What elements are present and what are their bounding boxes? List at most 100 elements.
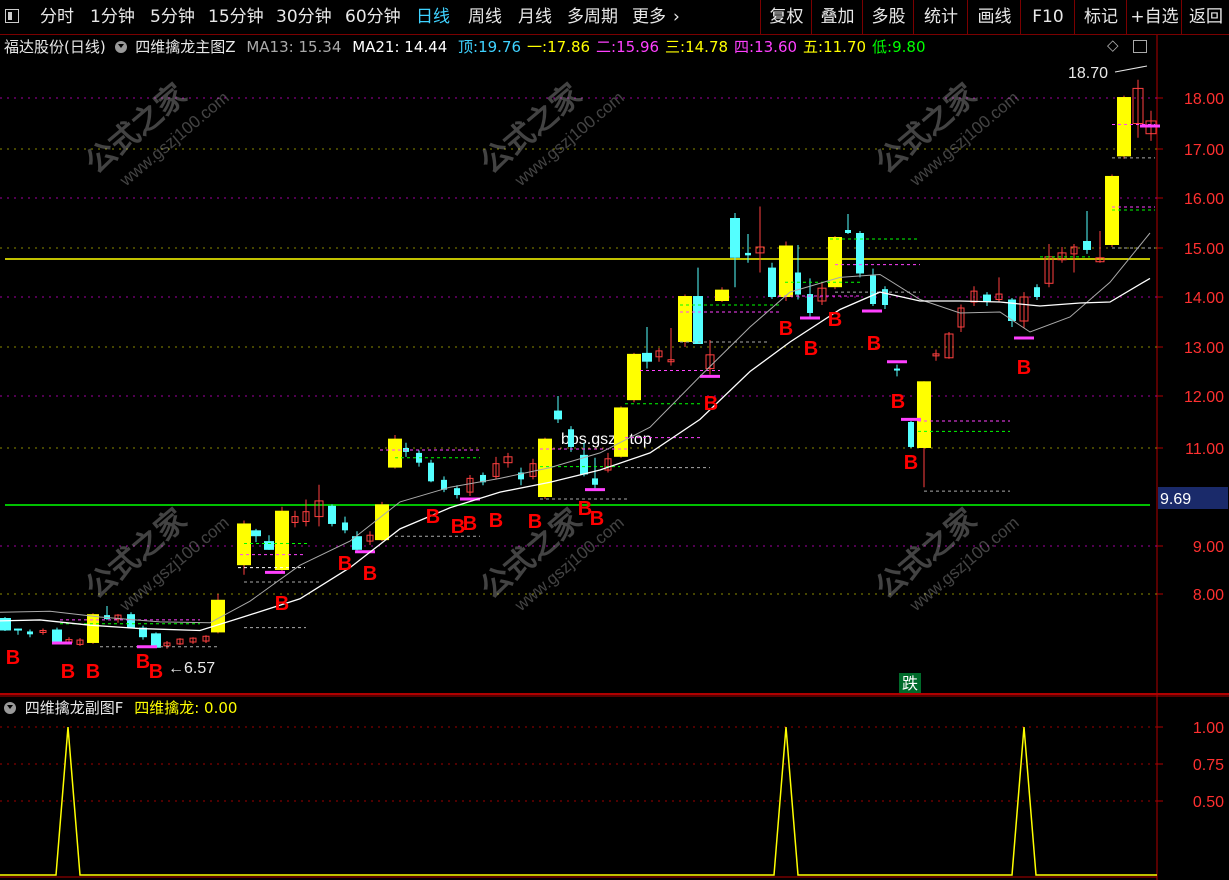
sub-indicator-name[interactable]: 四维擒龙副图F <box>25 699 124 717</box>
chevron-right-icon[interactable]: › <box>673 0 680 34</box>
buy-signal: B <box>363 563 377 585</box>
window-icon[interactable] <box>5 9 19 23</box>
buy-signal: B <box>86 661 100 683</box>
tab-fenshi[interactable]: 分时 <box>40 0 74 34</box>
high-price-label: 18.70 <box>1068 65 1108 82</box>
candle-up <box>1070 246 1078 255</box>
high-arrow <box>1114 65 1148 73</box>
candle-up <box>163 642 171 647</box>
add-watchlist-button[interactable]: +自选 <box>1126 0 1182 34</box>
draw-line-button[interactable]: 画线 <box>967 0 1021 34</box>
watermark: 公式之家www.gszj100.com <box>869 77 1023 191</box>
candle-down <box>870 275 876 304</box>
candle-up <box>87 614 99 643</box>
tab-weekly[interactable]: 周线 <box>468 0 502 34</box>
candle-up <box>970 290 978 303</box>
statistics-button[interactable]: 统计 <box>913 0 968 34</box>
watermark-cn: 公式之家 <box>474 77 588 180</box>
candle-down <box>983 294 991 302</box>
watermark-url: www.gszj100.com <box>905 88 1022 191</box>
candle-down <box>518 472 524 480</box>
candle-down <box>127 614 135 628</box>
price-tick-label: 8.00 <box>1193 587 1224 604</box>
candle-down <box>264 541 274 550</box>
price-tick-label: 9.00 <box>1193 539 1224 556</box>
candle-down <box>480 474 486 483</box>
buy-signal: B <box>61 661 75 683</box>
f10-button[interactable]: F10 <box>1020 0 1075 34</box>
candle-up <box>995 293 1003 300</box>
diamond-icon[interactable]: ◇ <box>1107 36 1119 54</box>
candle-up <box>211 599 225 633</box>
restore-right-button[interactable]: 复权 <box>760 0 812 34</box>
candle-up <box>932 353 940 357</box>
price-tick-label: 12.00 <box>1184 389 1224 406</box>
main-indicator-info: 福达股份(日线) 四维擒龙主图Z MA13: 15.34 MA21: 14.44… <box>0 36 925 58</box>
tab-monthly[interactable]: 月线 <box>518 0 552 34</box>
tab-5min[interactable]: 5分钟 <box>150 0 195 34</box>
ma21-value: MA21: 14.44 <box>352 38 448 56</box>
tab-1min[interactable]: 1分钟 <box>90 0 135 34</box>
tab-daily[interactable]: 日线 <box>416 0 450 34</box>
level-2: 二:15.96 <box>596 38 660 56</box>
candle-up <box>366 534 374 542</box>
candle-down <box>403 448 409 452</box>
ma13-value: MA13: 15.34 <box>246 38 342 56</box>
panel-toggle-icon[interactable] <box>1133 40 1147 53</box>
watermark: 公式之家www.gszj100.com <box>79 77 233 190</box>
dropdown-circle-icon[interactable] <box>4 701 16 714</box>
candle-up <box>237 523 251 566</box>
candle-down <box>730 218 740 258</box>
watermark: 公式之家www.gszj100.com <box>474 502 628 615</box>
current-price-label: 9.69 <box>1160 491 1191 508</box>
candle-down <box>1008 299 1016 321</box>
candle-up <box>705 354 715 370</box>
level-values: 顶:19.76 一:17.86 二:15.96 三:14.78 四:13.60 五:11.… <box>452 38 925 56</box>
kline-chart: 公式之家www.gszj100.com 公式之家www.gszj100.com 公式… <box>0 35 1229 880</box>
candle-up <box>375 504 389 541</box>
top-toolbar: 分时 1分钟 5分钟 15分钟 30分钟 60分钟 日线 周线 月线 多周期 更… <box>0 0 1229 35</box>
candle-down <box>14 628 22 631</box>
buy-signal: B <box>451 516 465 538</box>
sub-indicator-info: 四维擒龙副图F 四维擒龙: 0.00 <box>0 697 237 719</box>
dropdown-circle-icon[interactable] <box>114 40 127 53</box>
candle-down <box>27 631 33 635</box>
candle-up <box>1105 175 1119 245</box>
watermark-url: www.gszj100.com <box>115 513 232 616</box>
tab-multi-period[interactable]: 多周期 <box>567 0 618 34</box>
candle-down <box>139 627 147 638</box>
tab-15min[interactable]: 15分钟 <box>208 0 264 34</box>
candle-down <box>768 267 776 297</box>
tab-60min[interactable]: 60分钟 <box>345 0 401 34</box>
tab-more[interactable]: 更多 <box>632 0 666 34</box>
buy-signal: B <box>804 338 818 360</box>
multi-stock-button[interactable]: 多股 <box>862 0 914 34</box>
watermark-url: www.gszj100.com <box>905 513 1022 616</box>
candle-up <box>627 353 641 401</box>
candle-up <box>114 614 122 620</box>
overlay-button[interactable]: 叠加 <box>811 0 863 34</box>
buy-signal: B <box>590 508 604 530</box>
candle-up <box>302 511 310 523</box>
tab-30min[interactable]: 30分钟 <box>276 0 332 34</box>
candle-up <box>388 438 402 468</box>
candle-up <box>614 407 628 457</box>
price-tick-label: 15.00 <box>1184 241 1224 258</box>
candle-up <box>957 307 965 328</box>
back-button[interactable]: 返回 <box>1181 0 1229 34</box>
candle-up <box>65 639 73 643</box>
candle-down <box>0 618 11 631</box>
candle-up <box>828 237 842 288</box>
level-4: 四:13.60 <box>734 38 798 56</box>
main-indicator-name[interactable]: 四维擒龙主图Z <box>135 38 235 56</box>
candle-down <box>104 615 110 619</box>
buy-signal: B <box>489 510 503 532</box>
mark-button[interactable]: 标记 <box>1074 0 1127 34</box>
candle-up <box>1095 257 1105 263</box>
buy-signal: B <box>6 647 20 669</box>
stock-title: 福达股份(日线) <box>4 38 106 56</box>
candle-down <box>795 272 801 295</box>
candle-up <box>1057 252 1067 261</box>
sub-indicator-value: 四维擒龙: 0.00 <box>134 699 238 717</box>
buy-signal: B <box>704 393 718 415</box>
